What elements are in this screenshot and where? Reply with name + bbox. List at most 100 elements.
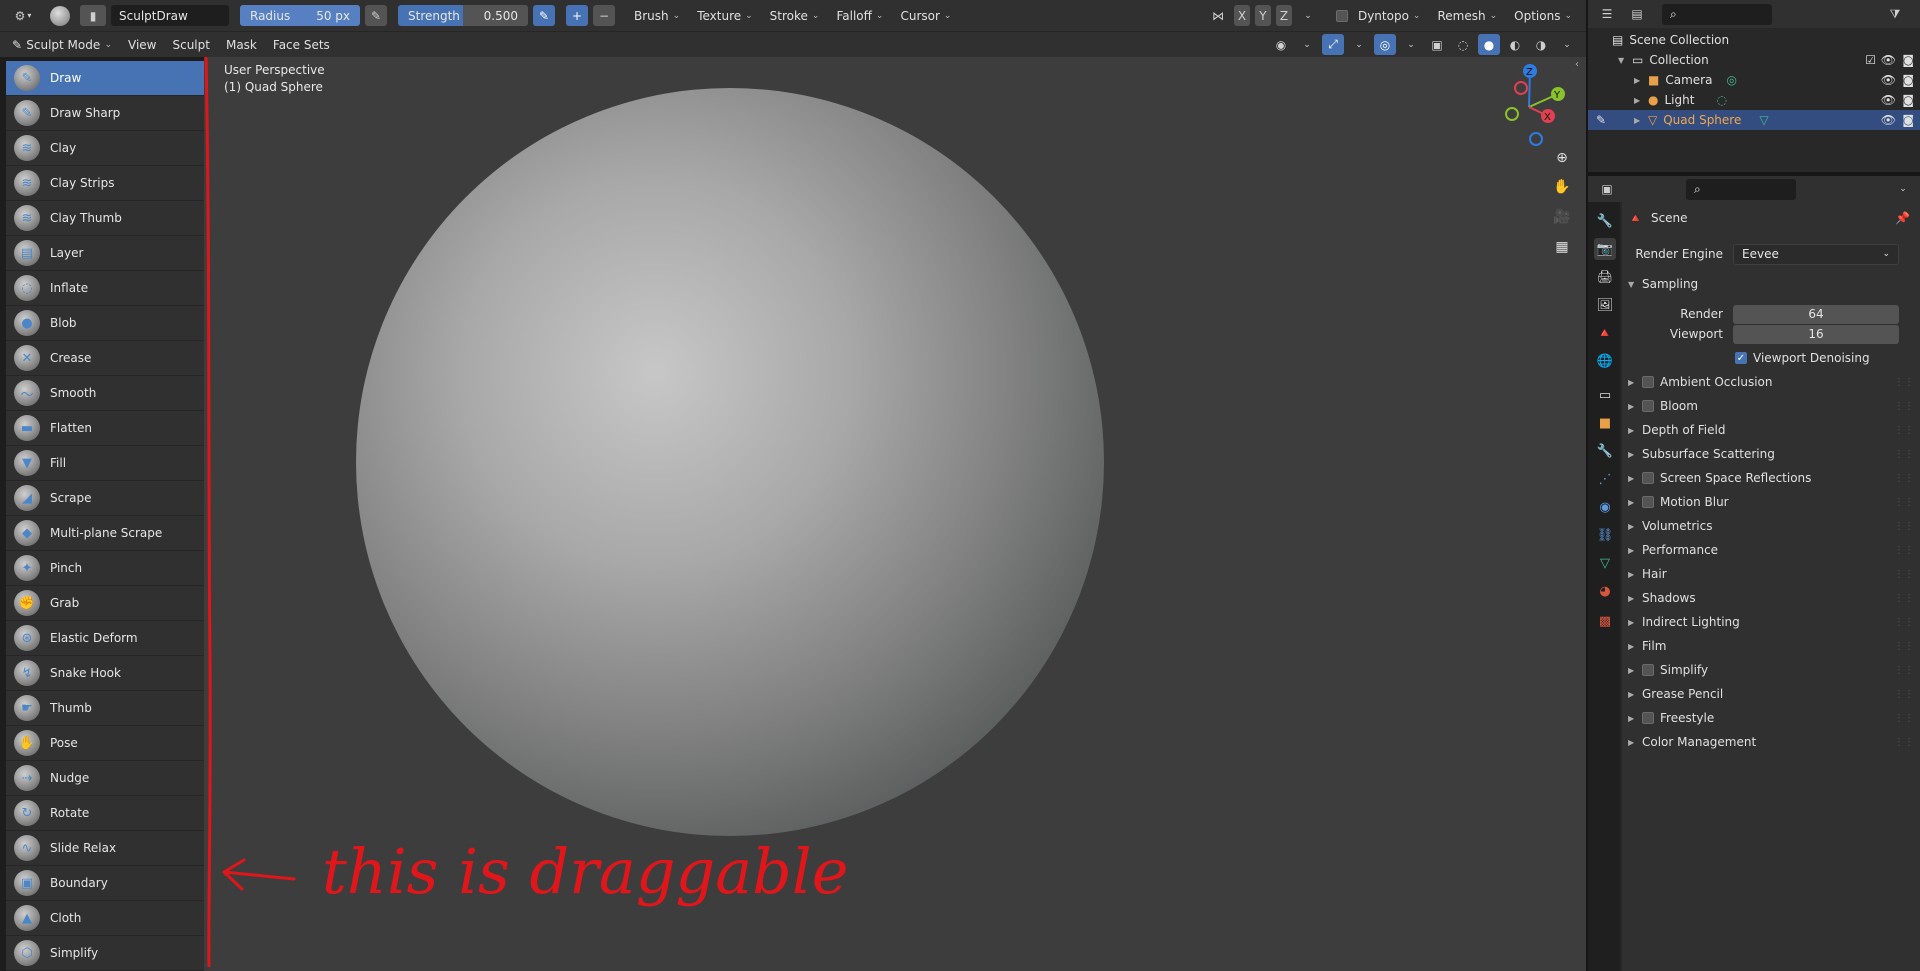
panel-hair[interactable]: ▶ Hair ⋮⋮ [1628,562,1920,586]
panel-performance[interactable]: ▶ Performance ⋮⋮ [1628,538,1920,562]
expand-down-icon[interactable]: ▼ [1618,56,1632,65]
render-tab-icon[interactable]: 📷 [1594,238,1616,260]
outliner-editor-type-icon[interactable]: ☰ [1596,4,1618,25]
sculpt-brush-icon[interactable]: ✎ [1596,113,1606,127]
chevron-down-icon[interactable]: ⌄ [1892,179,1914,200]
brush-datablock-icon[interactable]: ▮ [80,5,106,26]
view-layer-tab-icon[interactable]: 🖼 [1594,294,1616,316]
eye-icon[interactable]: 👁 [1881,73,1896,87]
panel-subsurface-scattering[interactable]: ▶ Subsurface Scattering ⋮⋮ [1628,442,1920,466]
tool-blob[interactable]: ● Blob [6,306,204,341]
overlays-toggle-icon[interactable]: ◎ [1374,34,1396,55]
chevron-down-icon[interactable]: ⌄ [1348,34,1370,55]
outliner-item-camera[interactable]: ▶ ■ Camera ◎ 👁 ◙ [1588,70,1920,90]
strength-slider[interactable]: Strength 0.500 [398,5,528,26]
drag-handle-icon[interactable]: ⋮⋮ [1894,593,1914,604]
brush-name-field[interactable]: SculptDraw [111,5,229,26]
tool-pose[interactable]: ✋ Pose [6,726,204,761]
data-tab-icon[interactable]: ▽ [1594,552,1616,574]
gizmo-toggle-icon[interactable]: ⤢ [1322,34,1344,55]
camera-render-icon[interactable]: ◙ [1902,73,1914,87]
panel-motion-blur[interactable]: ▶ Motion Blur ⋮⋮ [1628,490,1920,514]
mode-selector[interactable]: ✎ Sculpt Mode ⌄ [6,34,118,55]
tool-grab[interactable]: ✊ Grab [6,586,204,621]
tool-clay[interactable]: ≋ Clay [6,131,204,166]
visibility-icon[interactable]: ◉ [1270,34,1292,55]
tool-scrape[interactable]: ◢ Scrape [6,481,204,516]
tool-cloth[interactable]: ▲ Cloth [6,901,204,936]
remesh-menu[interactable]: Remesh ⌄ [1431,5,1503,26]
mirror-z-button[interactable]: Z [1275,5,1292,26]
tool-boundary[interactable]: ▣ Boundary [6,866,204,901]
3d-viewport[interactable]: User Perspective (1) Quad Sphere Z Y X ⊕… [204,57,1586,971]
panel-shadows[interactable]: ▶ Shadows ⋮⋮ [1628,586,1920,610]
options-menu[interactable]: Options ⌄ [1508,5,1578,26]
material-tab-icon[interactable]: ◕ [1594,580,1616,602]
drag-handle-icon[interactable]: ⋮⋮ [1894,641,1914,652]
drag-handle-icon[interactable]: ⋮⋮ [1894,449,1914,460]
view-menu[interactable]: View [122,34,162,56]
expand-right-icon[interactable]: ▶ [1634,76,1648,85]
radius-slider[interactable]: Radius 50 px [240,5,360,26]
drag-handle-icon[interactable]: ⋮⋮ [1894,569,1914,580]
object-tab-icon[interactable]: ■ [1594,412,1616,434]
wireframe-shading-icon[interactable]: ◌ [1452,34,1474,55]
drag-handle-icon[interactable]: ⋮⋮ [1894,665,1914,676]
panel-indirect-lighting[interactable]: ▶ Indirect Lighting ⋮⋮ [1628,610,1920,634]
tool-layer[interactable]: ▤ Layer [6,236,204,271]
display-mode-icon[interactable]: ▤ [1626,4,1648,25]
panel-enable-checkbox[interactable] [1642,712,1654,724]
properties-editor-type-icon[interactable]: ▣ [1596,179,1618,200]
modifier-tab-icon[interactable]: 🔧 [1594,440,1616,462]
tool-rotate[interactable]: ↻ Rotate [6,796,204,831]
tool-inflate[interactable]: ◌ Inflate [6,271,204,306]
tool-tab-icon[interactable]: 🔧 [1594,210,1616,232]
cursor-menu[interactable]: Cursor ⌄ [894,5,957,26]
scene-collection-row[interactable]: ▤ Scene Collection [1588,30,1920,50]
eye-icon[interactable]: 👁 [1881,53,1896,67]
sculpt-menu[interactable]: Sculpt [166,34,215,56]
drag-handle-icon[interactable]: ⋮⋮ [1894,545,1914,556]
tool-flatten[interactable]: ▬ Flatten [6,411,204,446]
mesh-data-icon[interactable]: ▽ [1759,113,1768,127]
constraints-tab-icon[interactable]: ⛓ [1594,524,1616,546]
properties-search-input[interactable]: ⌕ [1686,178,1796,200]
tool-smooth[interactable]: ～ Smooth [6,376,204,411]
tool-slide-relax[interactable]: ∿ Slide Relax [6,831,204,866]
tool-elastic-deform[interactable]: ⊛ Elastic Deform [6,621,204,656]
strength-pressure-icon[interactable]: ✎ [533,5,555,26]
panel-ambient-occlusion[interactable]: ▶ Ambient Occlusion ⋮⋮ [1628,370,1920,394]
viewport-denoising-checkbox[interactable]: ✓ [1735,352,1747,364]
tool-clay-strips[interactable]: ≋ Clay Strips [6,166,204,201]
mirror-icon[interactable]: ⋈ [1207,5,1229,26]
panel-enable-checkbox[interactable] [1642,400,1654,412]
radius-pressure-icon[interactable]: ✎ [365,5,387,26]
material-shading-icon[interactable]: ◐ [1504,34,1526,55]
chevron-down-icon[interactable]: ⌄ [1297,5,1319,26]
mirror-x-button[interactable]: X [1233,5,1250,26]
camera-data-icon[interactable]: ◎ [1726,73,1736,87]
tool-simplify[interactable]: ⬡ Simplify [6,936,204,971]
tool-clay-thumb[interactable]: ≋ Clay Thumb [6,201,204,236]
camera-render-icon[interactable]: ◙ [1902,93,1914,107]
panel-color-management[interactable]: ▶ Color Management ⋮⋮ [1628,730,1920,754]
drag-handle-icon[interactable]: ⋮⋮ [1894,425,1914,436]
expand-right-icon[interactable]: ▶ [1634,96,1648,105]
tool-snake-hook[interactable]: ↯ Snake Hook [6,656,204,691]
outliner-item-quad-sphere[interactable]: ✎ ▶ ▽ Quad Sphere ▽ 👁 ◙ [1588,110,1920,130]
eye-icon[interactable]: 👁 [1881,113,1896,127]
rendered-shading-icon[interactable]: ◑ [1530,34,1552,55]
direction-add-button[interactable]: + [566,5,588,26]
drag-handle-icon[interactable]: ⋮⋮ [1894,617,1914,628]
panel-enable-checkbox[interactable] [1642,376,1654,388]
drag-handle-icon[interactable]: ⋮⋮ [1894,401,1914,412]
chevron-down-icon[interactable]: ⌄ [1296,34,1318,55]
collection-row[interactable]: ▼ ▭ Collection ☑ 👁 ◙ [1588,50,1920,70]
panel-depth-of-field[interactable]: ▶ Depth of Field ⋮⋮ [1628,418,1920,442]
face-sets-menu[interactable]: Face Sets [267,34,336,56]
outliner-search-input[interactable]: ⌕ [1662,3,1772,25]
tool-draw-sharp[interactable]: ✎ Draw Sharp [6,96,204,131]
checkbox-icon[interactable]: ☑ [1865,53,1876,67]
falloff-menu[interactable]: Falloff ⌄ [830,5,889,26]
chevron-down-icon[interactable]: ⌄ [1556,34,1578,55]
